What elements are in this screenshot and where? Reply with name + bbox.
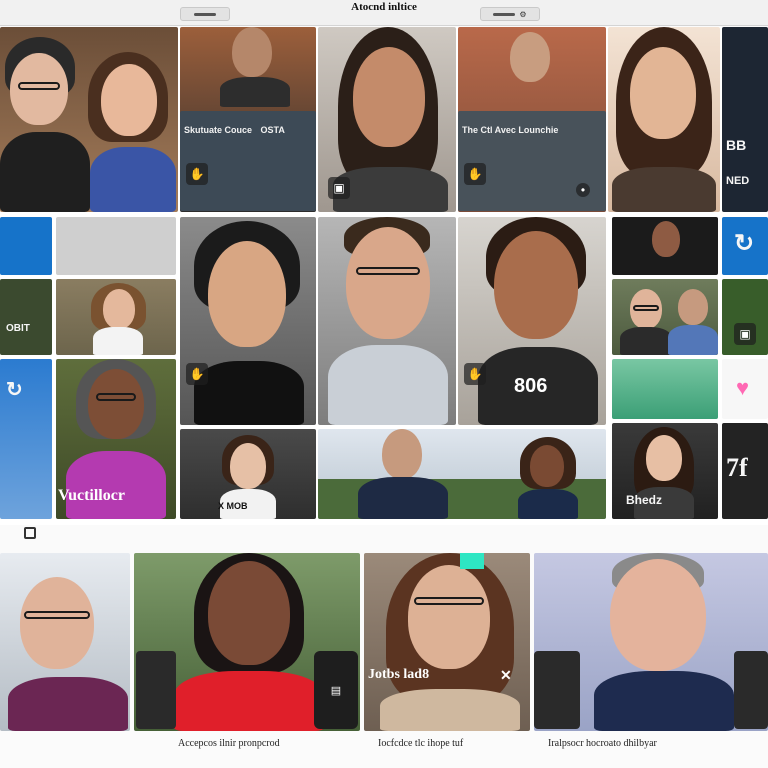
participant-video [594, 553, 734, 731]
participant-video [380, 553, 520, 731]
participant-video [498, 27, 568, 107]
settings-icon: ⚙ [519, 9, 527, 19]
participant-name: Skutuate Couce [184, 125, 253, 135]
video-control-panel[interactable] [534, 651, 580, 729]
featured-row: ▤ Jotbs lad8 ✕ [0, 553, 768, 733]
view-toggle-button[interactable] [180, 7, 230, 21]
layout-icon [493, 12, 516, 16]
participant-video [0, 37, 90, 212]
gallery-separator [0, 525, 768, 553]
participant-video [668, 279, 718, 355]
participant-tile[interactable]: ▣ [318, 27, 456, 212]
participant-tile[interactable] [0, 553, 130, 731]
participant-video [328, 217, 448, 425]
participant-video [612, 27, 716, 212]
pin-icon[interactable]: ✋ [464, 163, 486, 185]
participant-tile[interactable]: BB NED [722, 27, 768, 212]
blank-tile [0, 217, 52, 275]
caption: Iocfcdce tlc ihope tuf [378, 738, 464, 749]
participant-tag: NED [726, 175, 750, 187]
chat-icon[interactable]: ▤ [314, 651, 358, 729]
participant-name: Jotbs lad8 [368, 667, 430, 682]
participant-tile[interactable] [0, 27, 178, 212]
participant-tag: OSTA [260, 125, 285, 135]
pin-icon[interactable]: ✋ [464, 363, 486, 385]
layout-icon [194, 12, 216, 16]
window-title: Atocnd inltice [351, 1, 417, 13]
participant-tile[interactable]: ▣ [722, 279, 768, 355]
participant-name: The Ctl Avec Lounchie [462, 125, 559, 135]
participant-video [8, 577, 128, 731]
meeting-window: Atocnd inltice ⚙ Skutuate Couce OSTA ✋ ▣… [0, 0, 768, 768]
video-control-panel[interactable] [734, 651, 768, 729]
participant-name: Bhedz [626, 493, 662, 507]
close-icon[interactable]: ✕ [500, 667, 512, 684]
participant-tile[interactable] [534, 553, 768, 731]
participant-tile[interactable]: ✋ 806 [458, 217, 606, 425]
video-gallery: Skutuate Couce OSTA ✋ ▣ The Ctl Avec Lou… [0, 27, 768, 525]
status-dot-icon: • [576, 183, 590, 197]
participant-video [174, 553, 324, 731]
participant-tile[interactable]: Bhedz [612, 423, 718, 519]
pin-icon[interactable]: ✋ [186, 163, 208, 185]
participant-tile[interactable] [318, 429, 606, 519]
participant-video [644, 217, 688, 275]
meeting-controls-pill[interactable]: ⚙ [480, 7, 540, 21]
participant-video [518, 437, 578, 519]
participant-tile[interactable] [608, 27, 720, 212]
active-speaker-indicator [460, 553, 484, 569]
participant-video [220, 27, 290, 107]
participant-tile[interactable]: OBIT [0, 279, 52, 355]
participant-name: BB [726, 137, 747, 153]
participant-tile[interactable] [612, 217, 718, 275]
participant-tile[interactable] [318, 217, 456, 425]
refresh-tile[interactable]: ↻ [722, 217, 768, 275]
participant-tile[interactable]: ↻ [0, 359, 52, 519]
participant-tile[interactable] [56, 279, 176, 355]
participant-tile[interactable]: ✋ [180, 217, 316, 425]
participant-name: X MOB [218, 501, 248, 511]
participant-tile[interactable]: Vuctillocr [56, 359, 176, 519]
participant-tile[interactable]: Jotbs lad8 ✕ [364, 553, 530, 731]
participant-name: Vuctillocr [58, 487, 125, 504]
participant-name: 7f [726, 453, 748, 482]
participant-card: Skutuate Couce OSTA [180, 111, 316, 211]
participant-name: OBIT [6, 323, 30, 334]
refresh-icon: ↻ [734, 230, 755, 257]
video-control-panel[interactable] [136, 651, 176, 729]
participant-tile[interactable]: Skutuate Couce OSTA ✋ [180, 27, 316, 212]
refresh-icon[interactable]: ↻ [6, 377, 23, 402]
camera-icon[interactable]: ▣ [328, 177, 350, 199]
participant-video [358, 429, 448, 519]
heart-icon: ♥ [736, 375, 750, 400]
caption: Iralpsocr hocroato dhilbyar [548, 738, 657, 749]
participant-tile[interactable]: 7f [722, 423, 768, 519]
reaction-tile: ♥ [722, 359, 768, 419]
camera-icon[interactable]: ▣ [734, 323, 756, 345]
participant-tile[interactable]: The Ctl Avec Lounchie ✋ • [458, 27, 606, 212]
participant-tile[interactable]: X MOB [180, 429, 316, 519]
save-icon[interactable] [24, 527, 36, 539]
participant-tile[interactable] [612, 359, 718, 419]
pin-icon[interactable]: ✋ [186, 363, 208, 385]
participant-video [86, 52, 178, 212]
participant-video [620, 283, 672, 355]
participant-video [194, 221, 304, 425]
window-titlebar: Atocnd inltice ⚙ [0, 0, 768, 26]
reaction-badge: 806 [514, 375, 548, 397]
participant-tile[interactable] [612, 279, 718, 355]
participant-video [91, 283, 146, 355]
caption: Accepcos ilnir pronpcrod [178, 738, 280, 749]
participant-tile[interactable]: ▤ [134, 553, 360, 731]
blank-tile [56, 217, 176, 275]
